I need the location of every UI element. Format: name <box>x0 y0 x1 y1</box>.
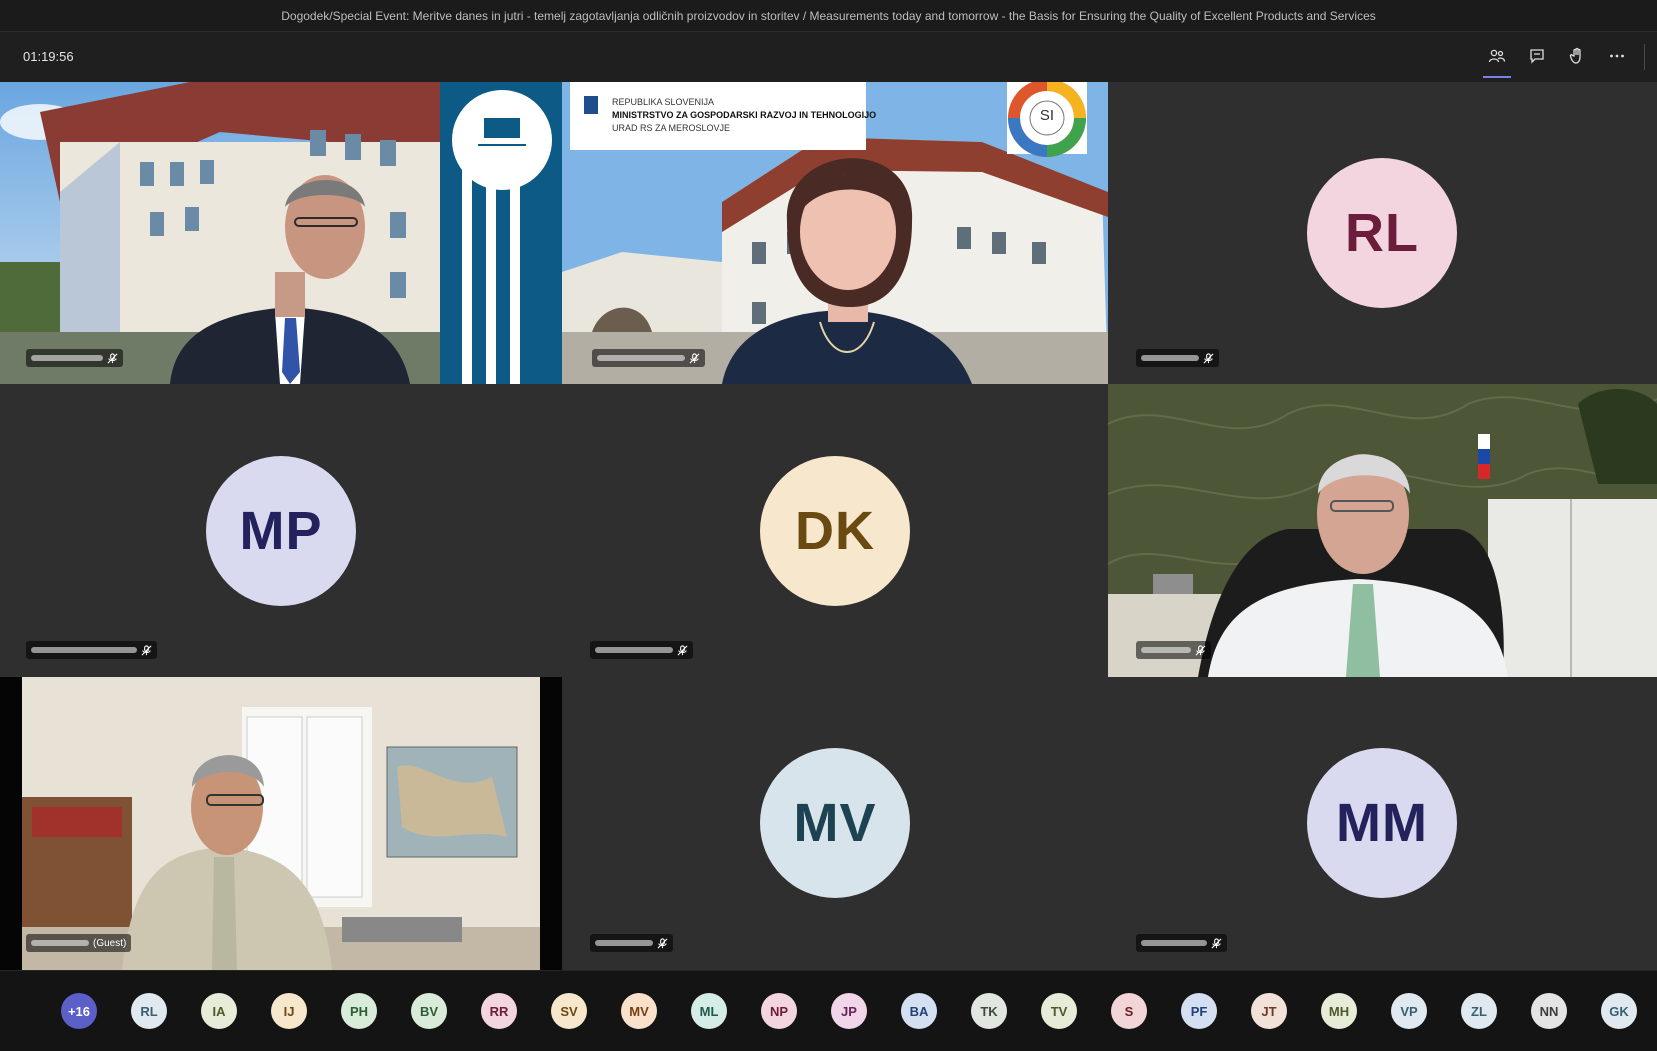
toolbar-actions <box>1481 40 1633 78</box>
name-redacted <box>595 647 673 653</box>
participant-name-tag <box>590 641 693 659</box>
participant-chip[interactable]: IA <box>201 993 237 1029</box>
participant-chip[interactable]: TV <box>1041 993 1077 1029</box>
participant-chip[interactable]: ZL <box>1461 993 1497 1029</box>
participant-tile-1[interactable] <box>0 82 562 384</box>
participant-chip[interactable]: SV <box>551 993 587 1029</box>
participant-chip[interactable]: NN <box>1531 993 1567 1029</box>
meeting-timer: 01:19:56 <box>23 49 74 64</box>
more-options-icon <box>1610 54 1624 58</box>
participant-chip[interactable]: S <box>1111 993 1147 1029</box>
participant-name-tag <box>26 349 123 367</box>
slide-line-1: REPUBLIKA SLOVENIJA <box>612 97 715 107</box>
name-redacted <box>1141 355 1199 361</box>
participant-name-tag <box>590 934 673 952</box>
si-badge: SI <box>1039 107 1055 124</box>
avatar: MV <box>760 748 910 898</box>
participant-chip[interactable]: JT <box>1251 993 1287 1029</box>
participant-tile-9[interactable]: MM <box>1108 677 1657 970</box>
participant-chip[interactable]: BV <box>411 993 447 1029</box>
participant-chip[interactable]: PH <box>341 993 377 1029</box>
participant-name-tag <box>1136 934 1227 952</box>
muted-mic-icon <box>657 937 668 948</box>
participant-chip[interactable]: TK <box>971 993 1007 1029</box>
participant-chip[interactable]: BA <box>901 993 937 1029</box>
muted-mic-icon <box>677 644 688 655</box>
toolbar-divider <box>1644 44 1645 70</box>
participant-chip[interactable]: MV <box>621 993 657 1029</box>
participant-tile-5[interactable]: DK <box>562 384 1108 677</box>
participant-chip[interactable]: JP <box>831 993 867 1029</box>
name-redacted <box>597 355 685 361</box>
chat-icon <box>1530 49 1544 64</box>
slide-line-2: MINISTRSTVO ZA GOSPODARSKI RAZVOJ IN TEH… <box>612 110 877 120</box>
avatar: DK <box>760 456 910 606</box>
video-grid: REPUBLIKA SLOVENIJA MINISTRSTVO ZA GOSPO… <box>0 82 1657 970</box>
more-participants-button[interactable]: +16 <box>61 993 97 1029</box>
participant-name-tag <box>26 641 157 659</box>
participant-chip[interactable]: ML <box>691 993 727 1029</box>
muted-mic-icon <box>1211 937 1222 948</box>
avatar: RL <box>1307 158 1457 308</box>
participant-tile-3[interactable]: RL <box>1108 82 1657 384</box>
window-title-bar: Dogodek/Special Event: Meritve danes in … <box>0 0 1657 32</box>
muted-mic-icon <box>1203 352 1214 363</box>
name-redacted <box>1141 647 1191 653</box>
slide-line-3: URAD RS ZA MEROSLOVJE <box>612 123 731 133</box>
participant-name-tag <box>1136 641 1211 659</box>
participant-strip: +16 RL IA IJ PH BV RR SV MV ML NP JP BA TK TV S PF JT MH V… <box>0 970 1657 1051</box>
participant-chip[interactable]: RL <box>131 993 167 1029</box>
slide-header: REPUBLIKA SLOVENIJA MINISTRSTVO ZA GOSPO… <box>612 96 876 135</box>
participant-name-tag <box>1136 349 1219 367</box>
participant-chip[interactable]: VP <box>1391 993 1427 1029</box>
name-redacted <box>31 940 89 946</box>
meeting-toolbar: 01:19:56 <box>0 32 1657 82</box>
muted-mic-icon <box>1195 644 1206 655</box>
people-icon <box>1488 49 1506 63</box>
muted-mic-icon <box>689 352 700 363</box>
avatar: MM <box>1307 748 1457 898</box>
raise-hand-button[interactable] <box>1561 40 1593 72</box>
guest-label: (Guest) <box>93 937 127 949</box>
participant-chip[interactable]: NP <box>761 993 797 1029</box>
meeting-title: Dogodek/Special Event: Meritve danes in … <box>281 8 1376 23</box>
more-options-button[interactable] <box>1601 40 1633 72</box>
raise-hand-icon <box>1569 47 1581 64</box>
muted-mic-icon <box>107 352 118 363</box>
participant-tile-7[interactable]: (Guest) <box>0 677 562 970</box>
participant-chip[interactable]: IJ <box>271 993 307 1029</box>
name-redacted <box>31 355 103 361</box>
avatar: MP <box>206 456 356 606</box>
participant-chip[interactable]: MH <box>1321 993 1357 1029</box>
participant-name-tag <box>592 349 705 367</box>
video-feed-1 <box>0 82 562 384</box>
video-feed-7 <box>22 677 540 970</box>
participant-tile-8[interactable]: MV <box>562 677 1108 970</box>
participant-tile-4[interactable]: MP <box>0 384 562 677</box>
participant-tile-6[interactable] <box>1108 384 1657 677</box>
participant-tile-2[interactable]: REPUBLIKA SLOVENIJA MINISTRSTVO ZA GOSPO… <box>562 82 1108 384</box>
participant-chip[interactable]: PF <box>1181 993 1217 1029</box>
name-redacted <box>31 647 137 653</box>
name-redacted <box>595 940 653 946</box>
name-redacted <box>1141 940 1207 946</box>
muted-mic-icon <box>141 644 152 655</box>
participant-name-tag: (Guest) <box>26 934 132 952</box>
participant-chip[interactable]: GK <box>1601 993 1637 1029</box>
people-button[interactable] <box>1481 40 1513 78</box>
participant-chip[interactable]: RR <box>481 993 517 1029</box>
video-feed-6 <box>1108 384 1657 677</box>
chat-button[interactable] <box>1521 40 1553 72</box>
